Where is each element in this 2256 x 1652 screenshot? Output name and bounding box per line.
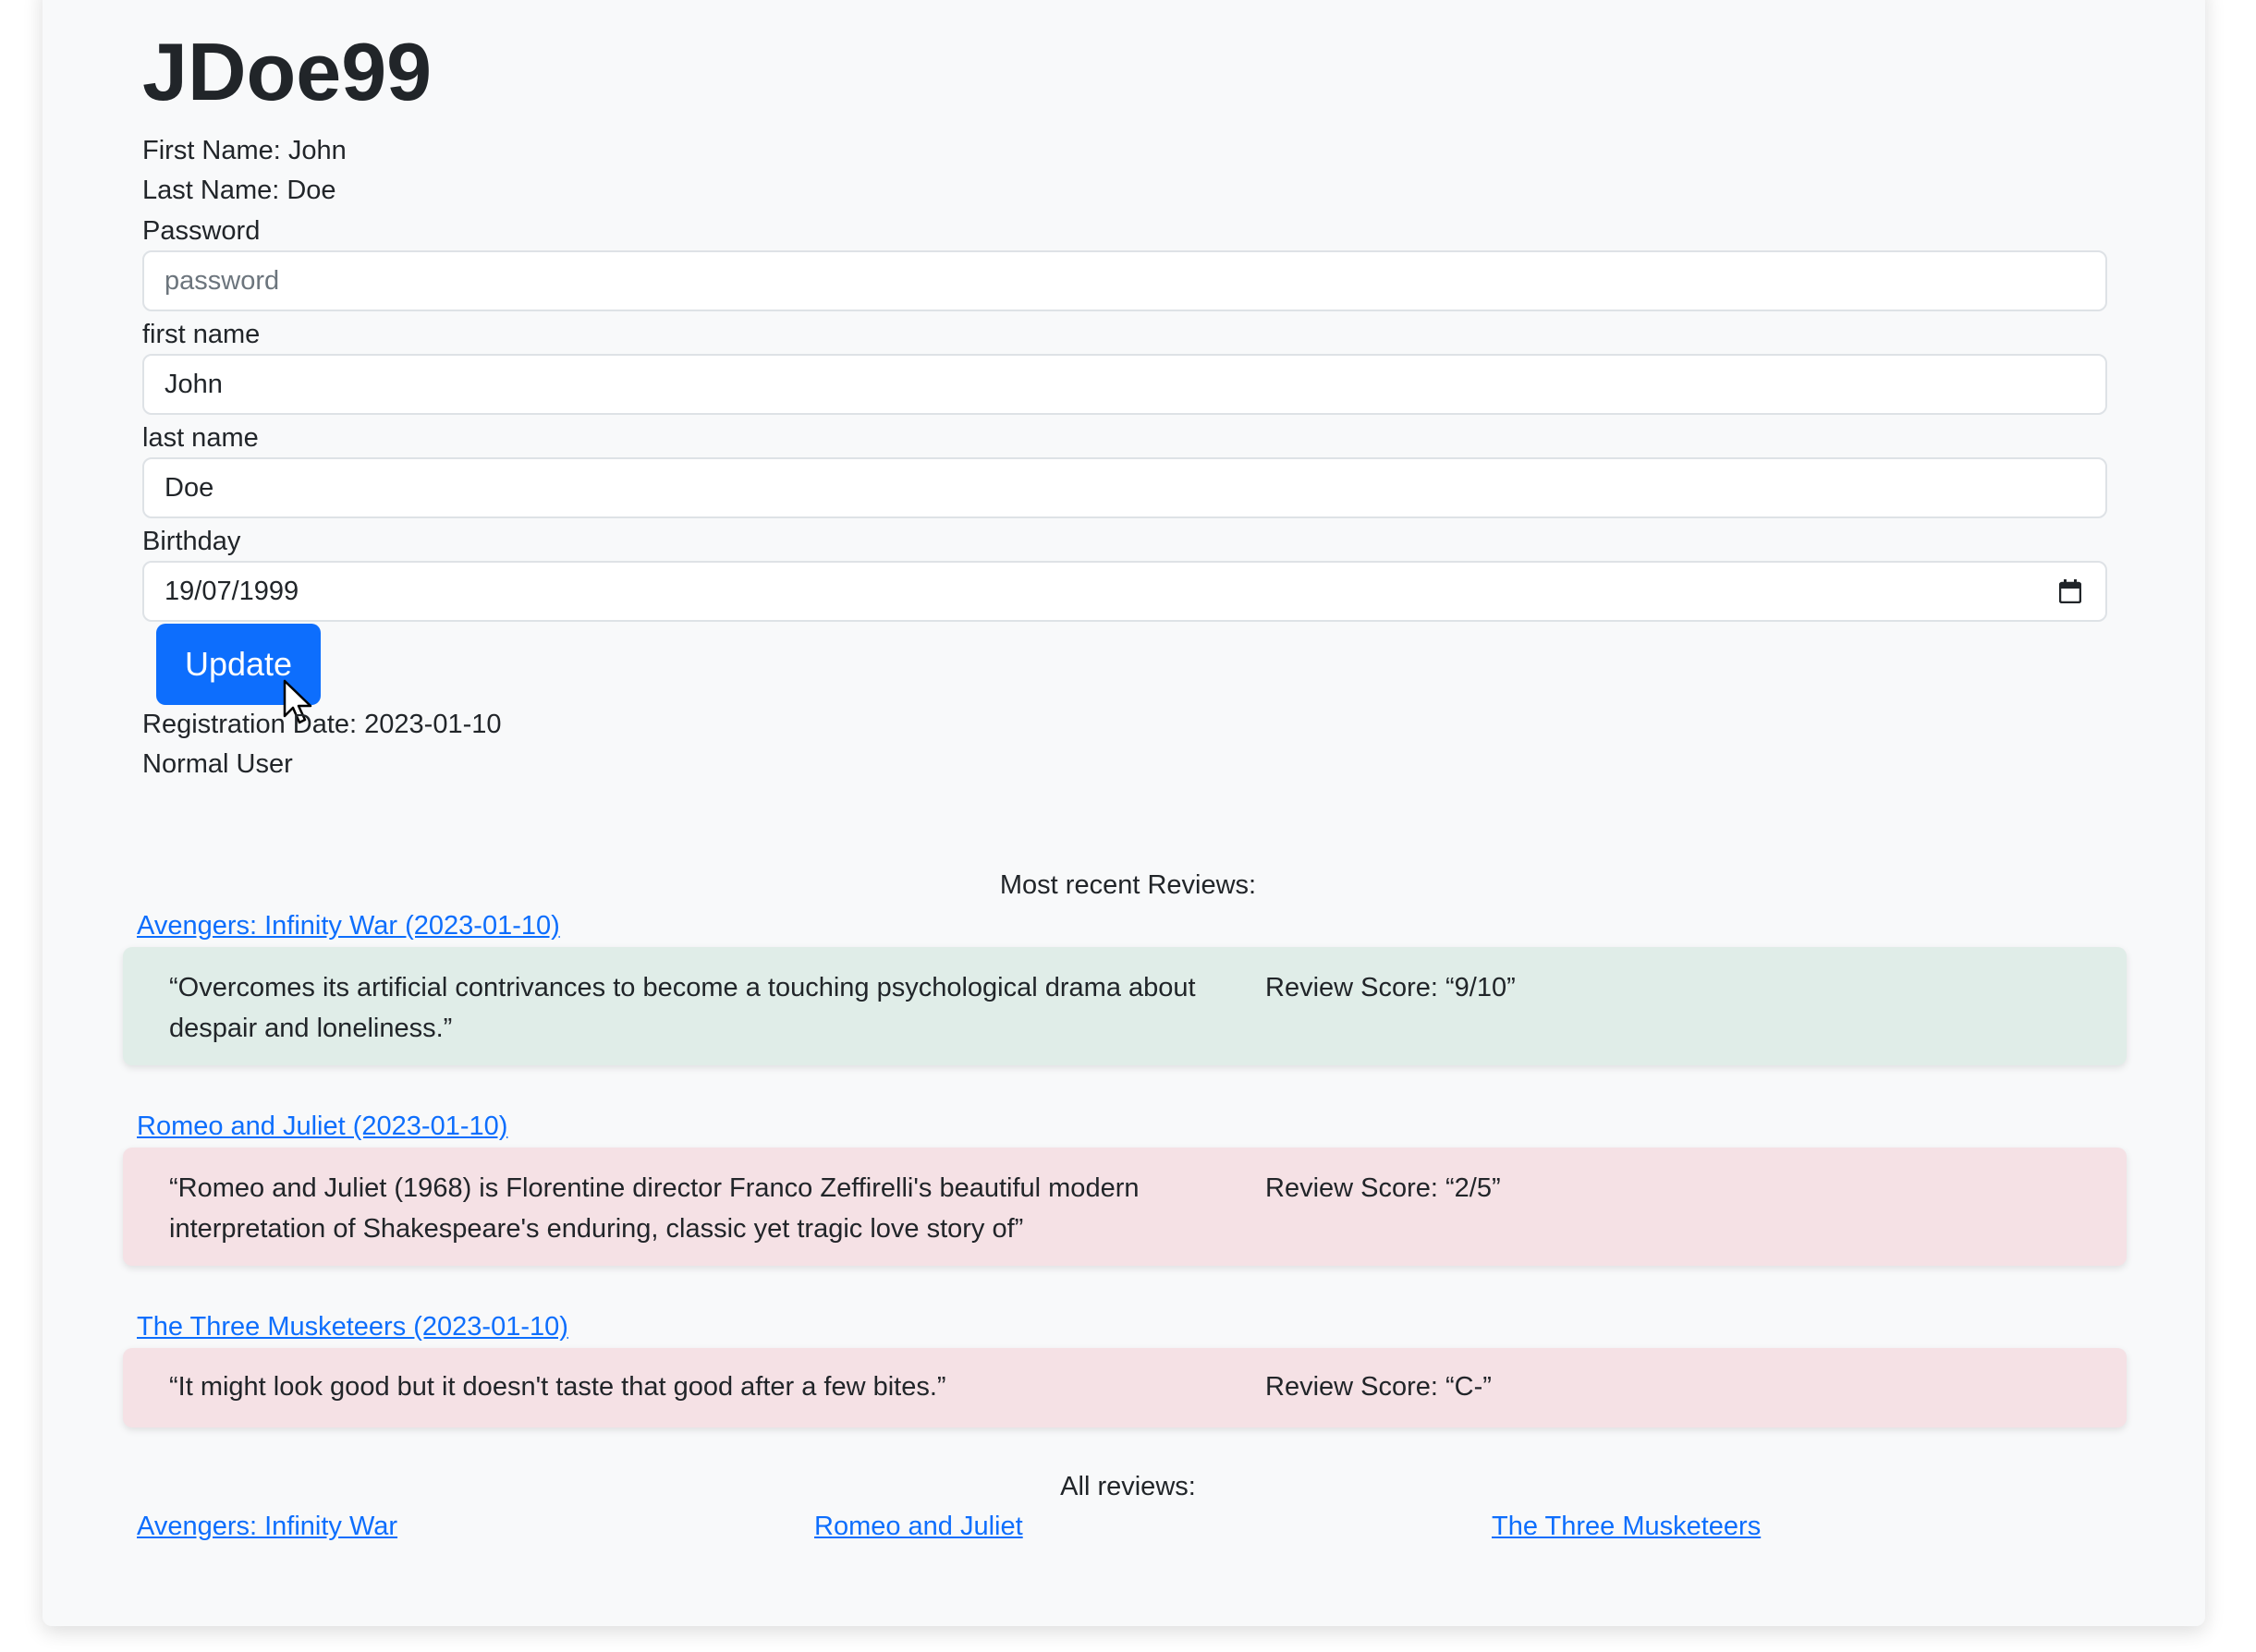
- review-card-romeo: “Romeo and Juliet (1968) is Florentine d…: [123, 1148, 2127, 1266]
- review-card-avengers: “Overcomes its artificial contrivances t…: [123, 947, 2127, 1065]
- registration-date: Registration Date: 2023-01-10: [142, 710, 502, 739]
- password-input[interactable]: [142, 250, 2107, 311]
- review-score: Review Score: “2/5”: [1265, 1173, 1501, 1203]
- review-quote: “Overcomes its artificial contrivances t…: [169, 973, 1196, 1043]
- password-label: Password: [142, 216, 261, 246]
- review-link-musketeers[interactable]: The Three Musketeers (2023-01-10): [137, 1308, 568, 1345]
- review-score: Review Score: “9/10”: [1265, 973, 1516, 1002]
- last-name-label: last name: [142, 423, 259, 453]
- first-name-input[interactable]: [142, 354, 2107, 415]
- birthday-input[interactable]: 19/07/1999: [142, 561, 2107, 622]
- review-quote: “Romeo and Juliet (1968) is Florentine d…: [169, 1173, 1140, 1244]
- all-reviews-link-avengers[interactable]: Avengers: Infinity War: [137, 1508, 397, 1545]
- user-type: Normal User: [142, 749, 293, 779]
- review-link-romeo[interactable]: Romeo and Juliet (2023-01-10): [137, 1108, 507, 1145]
- all-reviews-link-musketeers[interactable]: The Three Musketeers: [1492, 1508, 1761, 1545]
- review-score: Review Score: “C-”: [1265, 1372, 1492, 1402]
- calendar-icon[interactable]: [2058, 579, 2082, 604]
- review-quote: “It might look good but it doesn't taste…: [169, 1372, 946, 1402]
- last-name-info: Last Name: Doe: [142, 176, 336, 205]
- birthday-value: 19/07/1999: [165, 576, 299, 606]
- first-name-info: First Name: John: [142, 136, 347, 165]
- birthday-label: Birthday: [142, 527, 241, 556]
- username-heading: JDoe99: [142, 26, 433, 117]
- review-link-avengers[interactable]: Avengers: Infinity War (2023-01-10): [137, 907, 560, 944]
- first-name-label: first name: [142, 320, 261, 349]
- last-name-input[interactable]: [142, 457, 2107, 518]
- recent-reviews-heading: Most recent Reviews:: [999, 870, 1257, 900]
- all-reviews-link-romeo[interactable]: Romeo and Juliet: [814, 1508, 1023, 1545]
- review-card-musketeers: “It might look good but it doesn't taste…: [123, 1348, 2127, 1427]
- all-reviews-heading: All reviews:: [1060, 1472, 1196, 1501]
